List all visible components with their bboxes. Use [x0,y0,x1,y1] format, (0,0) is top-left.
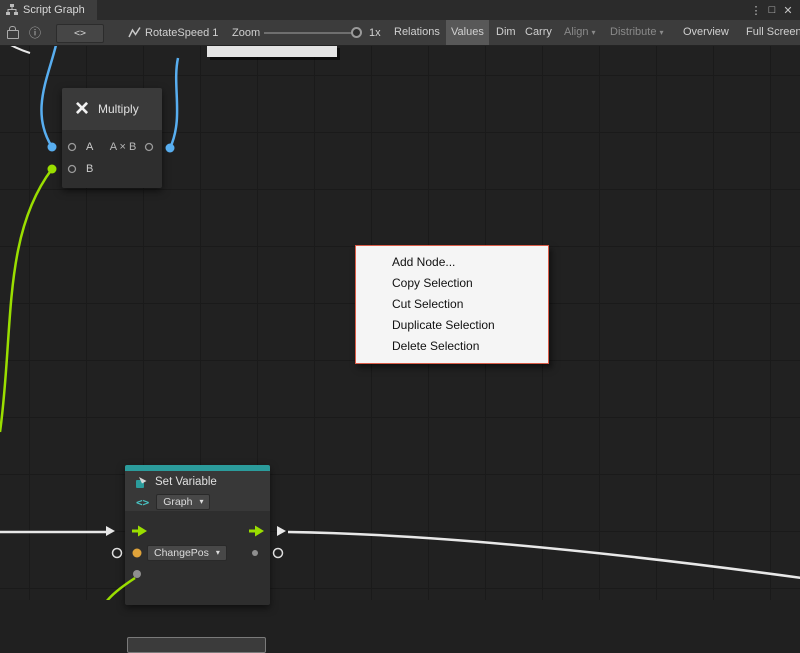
node-set-variable[interactable]: Set Variable <> Graph ▾ ChangePos ▾ [125,465,270,605]
multiply-header[interactable]: × Multiply [62,88,162,130]
values-button[interactable]: Values [446,20,489,45]
set-variable-scope-row: <> Graph ▾ [125,493,270,511]
zoom-slider-track[interactable] [264,32,356,34]
variable-kind-icon: <> [136,496,149,509]
partial-value-widget[interactable] [127,637,266,653]
variable-name-dropdown[interactable]: ChangePos ▾ [147,545,227,561]
node-multiply[interactable]: × Multiply A A × B B [62,88,162,188]
multiply-row-a: A A × B [62,136,162,158]
chevron-down-icon: ▾ [199,495,203,509]
lock-icon[interactable] [7,20,19,45]
close-icon[interactable]: ✕ [780,4,796,17]
menu-item-duplicate-selection[interactable]: Duplicate Selection [356,315,548,336]
multiply-title: Multiply [98,102,139,116]
scope-dropdown-label: Graph [163,495,192,509]
set-variable-header[interactable]: Set Variable [125,471,270,493]
window-titlebar: Script Graph ⋮ □ ✕ [0,0,800,20]
window-controls: ⋮ □ ✕ [748,4,800,17]
graph-curve-icon [128,20,141,45]
chevron-down-icon: ▾ [659,20,663,45]
distribute-button[interactable]: Distribute ▾ [605,20,668,45]
carry-button[interactable]: Carry [520,20,557,45]
zoom-value: 1x [369,20,381,45]
graph-name[interactable]: RotateSpeed 1 [145,20,218,45]
window-menu-icon[interactable]: ⋮ [748,4,764,17]
menu-item-cut-selection[interactable]: Cut Selection [356,294,548,315]
port-label-b: B [86,163,93,175]
full-screen-button[interactable]: Full Screen [741,20,800,45]
chevron-down-icon: ▾ [591,20,595,45]
menu-item-add-node[interactable]: Add Node... [356,252,548,273]
scope-dropdown[interactable]: Graph ▾ [156,494,210,510]
variable-name-label: ChangePos [154,546,209,560]
context-menu: Add Node... Copy Selection Cut Selection… [355,245,549,364]
port-label-a: A [86,141,93,153]
distribute-label: Distribute [610,20,656,45]
partial-node-top[interactable] [207,45,337,57]
chevron-down-icon: ▾ [216,546,220,560]
set-variable-body: ChangePos ▾ [125,511,270,600]
multiply-body: A A × B B [62,130,162,188]
align-label: Align [564,20,588,45]
set-variable-icon [135,476,148,489]
relations-button[interactable]: Relations [389,20,445,45]
align-button[interactable]: Align ▾ [559,20,600,45]
overview-button[interactable]: Overview [678,20,734,45]
set-variable-title: Set Variable [155,476,217,488]
dim-button[interactable]: Dim [491,20,521,45]
multiply-row-b: B [62,158,162,180]
port-label-out: A × B [100,136,146,158]
script-graph-icon [6,4,18,16]
zoom-label: Zoom [232,20,260,45]
info-icon[interactable]: ⓘ [29,20,41,45]
zoom-slider-knob[interactable] [351,27,362,38]
tab-title: Script Graph [23,4,85,16]
edit-graph-icon[interactable]: <> [56,24,104,43]
graph-toolbar: ⓘ <> RotateSpeed 1 Zoom 1x Relations Val… [0,20,800,46]
menu-item-delete-selection[interactable]: Delete Selection [356,336,548,357]
tab-script-graph[interactable]: Script Graph [0,0,97,20]
multiply-icon: × [75,97,89,121]
maximize-icon[interactable]: □ [764,4,780,16]
menu-item-copy-selection[interactable]: Copy Selection [356,273,548,294]
